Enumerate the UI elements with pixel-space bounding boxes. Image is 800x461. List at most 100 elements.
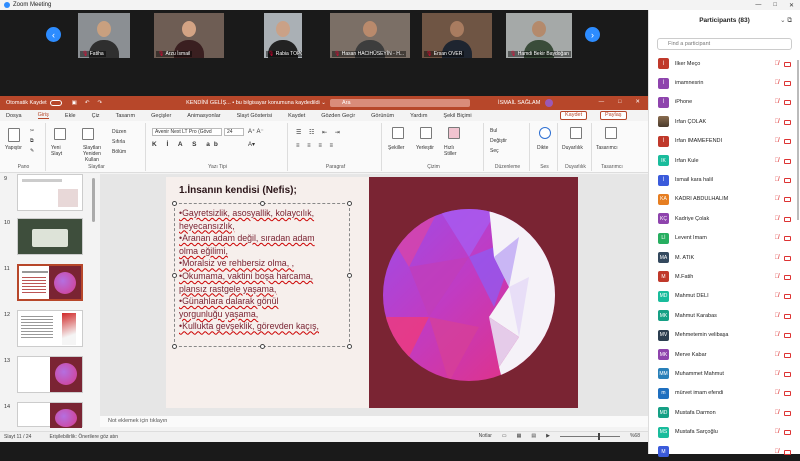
reuse-slides-icon[interactable] — [82, 128, 94, 140]
notes-pane[interactable]: Not eklemek için tıklayın — [100, 416, 648, 427]
minimize-button[interactable]: — — [755, 2, 761, 9]
arrange-icon[interactable] — [420, 127, 432, 139]
slide-thumb-9[interactable] — [17, 174, 83, 211]
resize-handle[interactable] — [172, 344, 177, 349]
select-button[interactable]: Seç — [490, 148, 499, 154]
user-avatar[interactable] — [545, 99, 553, 107]
new-slide-icon[interactable] — [54, 128, 66, 140]
participant-row[interactable]: MK Mahmut Karabas 🎙̸ — [649, 306, 799, 325]
autosave-toggle[interactable] — [49, 100, 62, 106]
arrange-button[interactable]: Yerleştir — [416, 145, 434, 151]
paste-button[interactable]: Yapıştır — [5, 145, 22, 151]
participant-search-input[interactable]: Find a participant — [657, 38, 792, 50]
undo-icon[interactable]: ↶ — [85, 100, 90, 106]
save-icon[interactable]: ▣ — [72, 100, 77, 106]
shapes-icon[interactable] — [392, 127, 404, 139]
share-button[interactable]: Paylaş — [600, 111, 627, 120]
quick-styles-icon[interactable] — [448, 127, 460, 139]
slide-thumb-13[interactable] — [17, 356, 83, 393]
slideshow-icon[interactable]: ▶ — [546, 433, 550, 439]
copy-icon[interactable]: ⧉ — [30, 138, 34, 144]
resize-handle[interactable] — [260, 201, 265, 206]
resize-handle[interactable] — [172, 201, 177, 206]
participant-row[interactable]: İ İlker Meço 🎙̸ — [649, 54, 799, 73]
resize-handle[interactable] — [347, 273, 352, 278]
participant-row[interactable]: İ İsmail kara halil 🎙̸ — [649, 170, 799, 189]
thumbnail-scrollbar[interactable] — [92, 178, 95, 222]
user-name[interactable]: İSMAİL SAĞLAM — [498, 99, 540, 107]
slide-title[interactable]: 1.İnsanın kendisi (Nefis); — [179, 185, 297, 196]
designer-button[interactable]: Tasarımcı — [596, 145, 618, 151]
ribbon-tab[interactable]: Kaydet — [288, 113, 305, 119]
designer-icon[interactable] — [605, 127, 617, 139]
close-button[interactable]: ✕ — [789, 2, 794, 9]
ribbon-tab[interactable]: Slayt Gösterisi — [237, 113, 272, 119]
participant-row[interactable]: MK Merve Kabar 🎙̸ — [649, 345, 799, 364]
font-size-select[interactable]: 24 — [224, 128, 244, 136]
section-button[interactable]: Bölüm — [112, 149, 126, 155]
grow-font-icon[interactable]: A⁺ A⁻ — [248, 128, 264, 135]
shapes-button[interactable]: Şekiller — [388, 145, 404, 151]
gallery-prev-button[interactable]: ‹ — [46, 27, 61, 42]
format-buttons[interactable]: K İ A S ab — [152, 141, 222, 148]
participant-scrollbar[interactable] — [797, 60, 799, 220]
notes-toggle[interactable]: Notlar — [479, 433, 492, 439]
ppt-maximize-button[interactable]: □ — [618, 99, 621, 105]
participant-row[interactable]: MS Mustafa Sarçoğlu 🎙̸ — [649, 422, 799, 441]
participant-row[interactable]: IK İrfan Kule 🎙̸ — [649, 151, 799, 170]
font-name-select[interactable]: Avenir Next LT Pro (Gövd — [152, 128, 222, 136]
ribbon-tab[interactable]: Gözden Geçir — [321, 113, 355, 119]
layout-button[interactable]: Düzen — [112, 129, 126, 135]
record-button[interactable]: Kaydet — [560, 111, 588, 120]
sensitivity-icon[interactable] — [570, 127, 582, 139]
zoom-level[interactable]: %68 — [630, 433, 640, 439]
slide-thumb-11[interactable] — [17, 264, 83, 301]
ppt-close-button[interactable]: ✕ — [635, 99, 640, 105]
ribbon-tab[interactable]: Yardım — [410, 113, 427, 119]
sensitivity-button[interactable]: Duyarlılık — [562, 145, 583, 151]
paste-icon[interactable] — [8, 128, 20, 142]
resize-handle[interactable] — [347, 201, 352, 206]
participant-row[interactable]: MA M. ATİK 🎙̸ — [649, 248, 799, 267]
participant-row[interactable]: İrfan ÇOLAK 🎙̸ — [649, 112, 799, 131]
list-buttons[interactable]: ☰ ☷ ⇤ ⇥ — [296, 129, 343, 136]
replace-button[interactable]: Değiştir — [490, 138, 507, 144]
search-box[interactable]: Ara — [330, 99, 470, 107]
accessibility-status[interactable]: Erişilebilirlik: Önerilere göz atın — [49, 434, 118, 440]
microphone-icon[interactable] — [539, 127, 551, 139]
video-tile[interactable]: 🎙 Fatiha — [78, 13, 130, 58]
video-tile[interactable]: 🎙 Ersan OVER — [422, 13, 492, 58]
slide-text-box[interactable]: •Gayretsizlik, asosyallik, kolaycılık, he… — [172, 201, 352, 349]
ppt-minimize-button[interactable]: — — [599, 99, 605, 105]
participant-row[interactable]: İiPhone 🎙̸ — [649, 93, 799, 112]
participant-row[interactable]: M 🎙̸ — [649, 442, 799, 461]
align-buttons[interactable]: ≡ ≡ ≡ ≡ — [296, 143, 336, 149]
participant-row[interactable]: M M.Fatih 🎙̸ — [649, 267, 799, 286]
reuse-slides-button[interactable]: Slaytları Yeniden Kullan — [76, 145, 108, 163]
video-tile[interactable]: 🎙 Rabia TOPÇU — [264, 13, 302, 58]
maximize-button[interactable]: □ — [773, 2, 777, 9]
ribbon-tab[interactable]: Çiz — [92, 113, 100, 119]
ribbon-tab[interactable]: Tasarım — [116, 113, 136, 119]
ribbon-tab[interactable]: Animasyonlar — [187, 113, 220, 119]
participant-row[interactable]: İimamnesrin 🎙̸ — [649, 73, 799, 92]
ribbon-tab[interactable]: Geçişler — [151, 113, 171, 119]
participant-row[interactable]: MM Muhammet Mahmut 🎙̸ — [649, 364, 799, 383]
resize-handle[interactable] — [260, 344, 265, 349]
new-slide-button[interactable]: Yeni Slayt — [51, 145, 71, 157]
participant-row[interactable]: Lİ Levent İmam 🎙̸ — [649, 229, 799, 248]
gallery-next-button[interactable]: › — [585, 27, 600, 42]
video-tile[interactable]: 🎙 Arzu İsmail — [154, 13, 224, 58]
slide-thumb-14[interactable] — [17, 402, 83, 428]
dictate-button[interactable]: Dikte — [537, 145, 548, 151]
reading-view-icon[interactable]: ▤ — [531, 433, 536, 439]
cut-icon[interactable]: ✂ — [30, 128, 34, 134]
participant-row[interactable]: MD Mustafa Darmon 🎙̸ — [649, 403, 799, 422]
slide-thumb-10[interactable] — [17, 218, 83, 255]
participant-row[interactable]: KÇ Kadriye Çolak 🎙̸ — [649, 209, 799, 228]
zoom-slider[interactable] — [559, 432, 620, 440]
redo-icon[interactable]: ↷ — [97, 100, 102, 106]
text-color-icon[interactable]: A▾ — [248, 141, 255, 148]
document-title[interactable]: KENDİNİ GELİŞ... • bu bilgisayar konumun… — [186, 100, 326, 106]
sorter-view-icon[interactable]: ▦ — [517, 433, 522, 439]
